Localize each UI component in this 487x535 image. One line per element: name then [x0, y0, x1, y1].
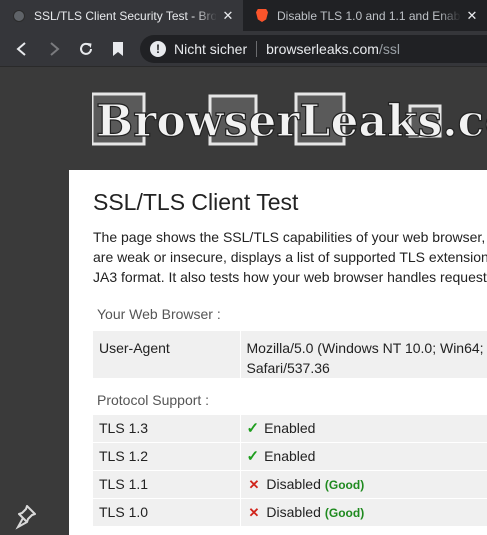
status-text: Disabled [266, 476, 321, 492]
browser-section-heading: Your Web Browser : [97, 306, 221, 322]
user-agent-value: Mozilla/5.0 (Windows NT 10.0; Win64; Saf… [239, 331, 487, 378]
good-note: (Good) [324, 506, 365, 520]
user-agent-line: Safari/537.36 [246, 360, 330, 376]
protocol-status: ✓ Enabled [239, 442, 487, 471]
forward-arrow-icon [50, 42, 60, 56]
forward-button[interactable] [42, 37, 66, 61]
protocol-status: ✓ Enabled [239, 415, 487, 443]
browser-info-table: Your Web Browser : User-Agent Mozilla/5.… [93, 301, 487, 378]
good-note: (Good) [324, 478, 365, 492]
intro-line: JA3 format. It also tests how your web b… [93, 269, 487, 285]
cross-icon: ✕ [248, 477, 260, 492]
protocol-status: ✕ Disabled (Good) [239, 498, 487, 527]
intro-line: are weak or insecure, displays a list of… [93, 249, 487, 265]
security-status[interactable]: Nicht sicher [174, 41, 247, 57]
brave-lion-icon [255, 9, 269, 23]
status-text: Enabled [264, 420, 316, 436]
status-text: Enabled [264, 448, 316, 464]
omnibox-divider [256, 41, 258, 57]
page-title: SSL/TLS Client Test [93, 189, 299, 215]
status-text: Disabled [266, 504, 321, 520]
protocol-support-table: Protocol Support : TLS 1.3 ✓ Enabled TLS … [93, 385, 487, 527]
check-icon: ✓ [246, 420, 260, 437]
table-row: TLS 1.1 ✕ Disabled (Good) [93, 470, 487, 499]
bookmark-button[interactable] [106, 37, 130, 61]
tab-strip: SSL/TLS Client Security Test - Brow ✕ Di… [0, 0, 487, 31]
table-row: TLS 1.3 ✓ Enabled [93, 415, 487, 443]
protocol-name: TLS 1.0 [93, 498, 240, 527]
check-icon: ✓ [246, 448, 260, 465]
tab-disable-tls[interactable]: Disable TLS 1.0 and 1.1 and Enable ✕ [243, 0, 487, 31]
tab-ssl-test[interactable]: SSL/TLS Client Security Test - Brow ✕ [0, 0, 243, 31]
browser-toolbar: ! Nicht sicher browserleaks.com/ssl [0, 31, 487, 67]
address-bar[interactable]: ! Nicht sicher browserleaks.com/ssl [140, 35, 487, 63]
info-icon[interactable]: ! [150, 41, 166, 57]
reload-icon [80, 42, 92, 55]
main-content: SSL/TLS Client Test The page shows the S… [69, 170, 487, 535]
tab-title: Disable TLS 1.0 and 1.1 and Enable [277, 8, 460, 23]
protocol-name: TLS 1.2 [93, 442, 240, 471]
user-agent-label: User-Agent [99, 340, 170, 356]
cross-icon: ✕ [248, 505, 260, 520]
bookmark-icon [113, 42, 123, 56]
protocol-name: TLS 1.3 [93, 415, 240, 443]
protocol-section-heading: Protocol Support : [97, 392, 210, 408]
table-row: TLS 1.0 ✕ Disabled (Good) [93, 498, 487, 527]
pin-icon[interactable] [15, 502, 43, 530]
protocol-status: ✕ Disabled (Good) [239, 470, 487, 499]
close-tab-icon[interactable]: ✕ [464, 8, 480, 24]
protocol-name: TLS 1.1 [93, 470, 240, 499]
back-arrow-icon [16, 42, 26, 56]
url-path[interactable]: /ssl [379, 41, 400, 57]
page-viewport: BrowserLeaks.com SSL/TLS Client Test The… [0, 68, 487, 535]
browserleaks-logo[interactable]: BrowserLeaks.com [92, 86, 487, 156]
back-button[interactable] [10, 37, 34, 61]
logo-text: BrowserLeaks.com [96, 96, 487, 147]
tab-title: SSL/TLS Client Security Test - Brow [34, 8, 216, 23]
table-row: User-Agent Mozilla/5.0 (Windows NT 10.0;… [93, 331, 487, 378]
user-agent-line: Mozilla/5.0 (Windows NT 10.0; Win64; [246, 340, 484, 356]
url-host[interactable]: browserleaks.com [266, 41, 379, 57]
globe-icon [12, 9, 26, 23]
table-row: TLS 1.2 ✓ Enabled [93, 442, 487, 471]
intro-paragraph: The page shows the SSL/TLS capabilities … [93, 227, 487, 287]
intro-line: The page shows the SSL/TLS capabilities … [93, 229, 486, 245]
close-tab-icon[interactable]: ✕ [220, 8, 236, 24]
reload-button[interactable] [74, 37, 98, 61]
